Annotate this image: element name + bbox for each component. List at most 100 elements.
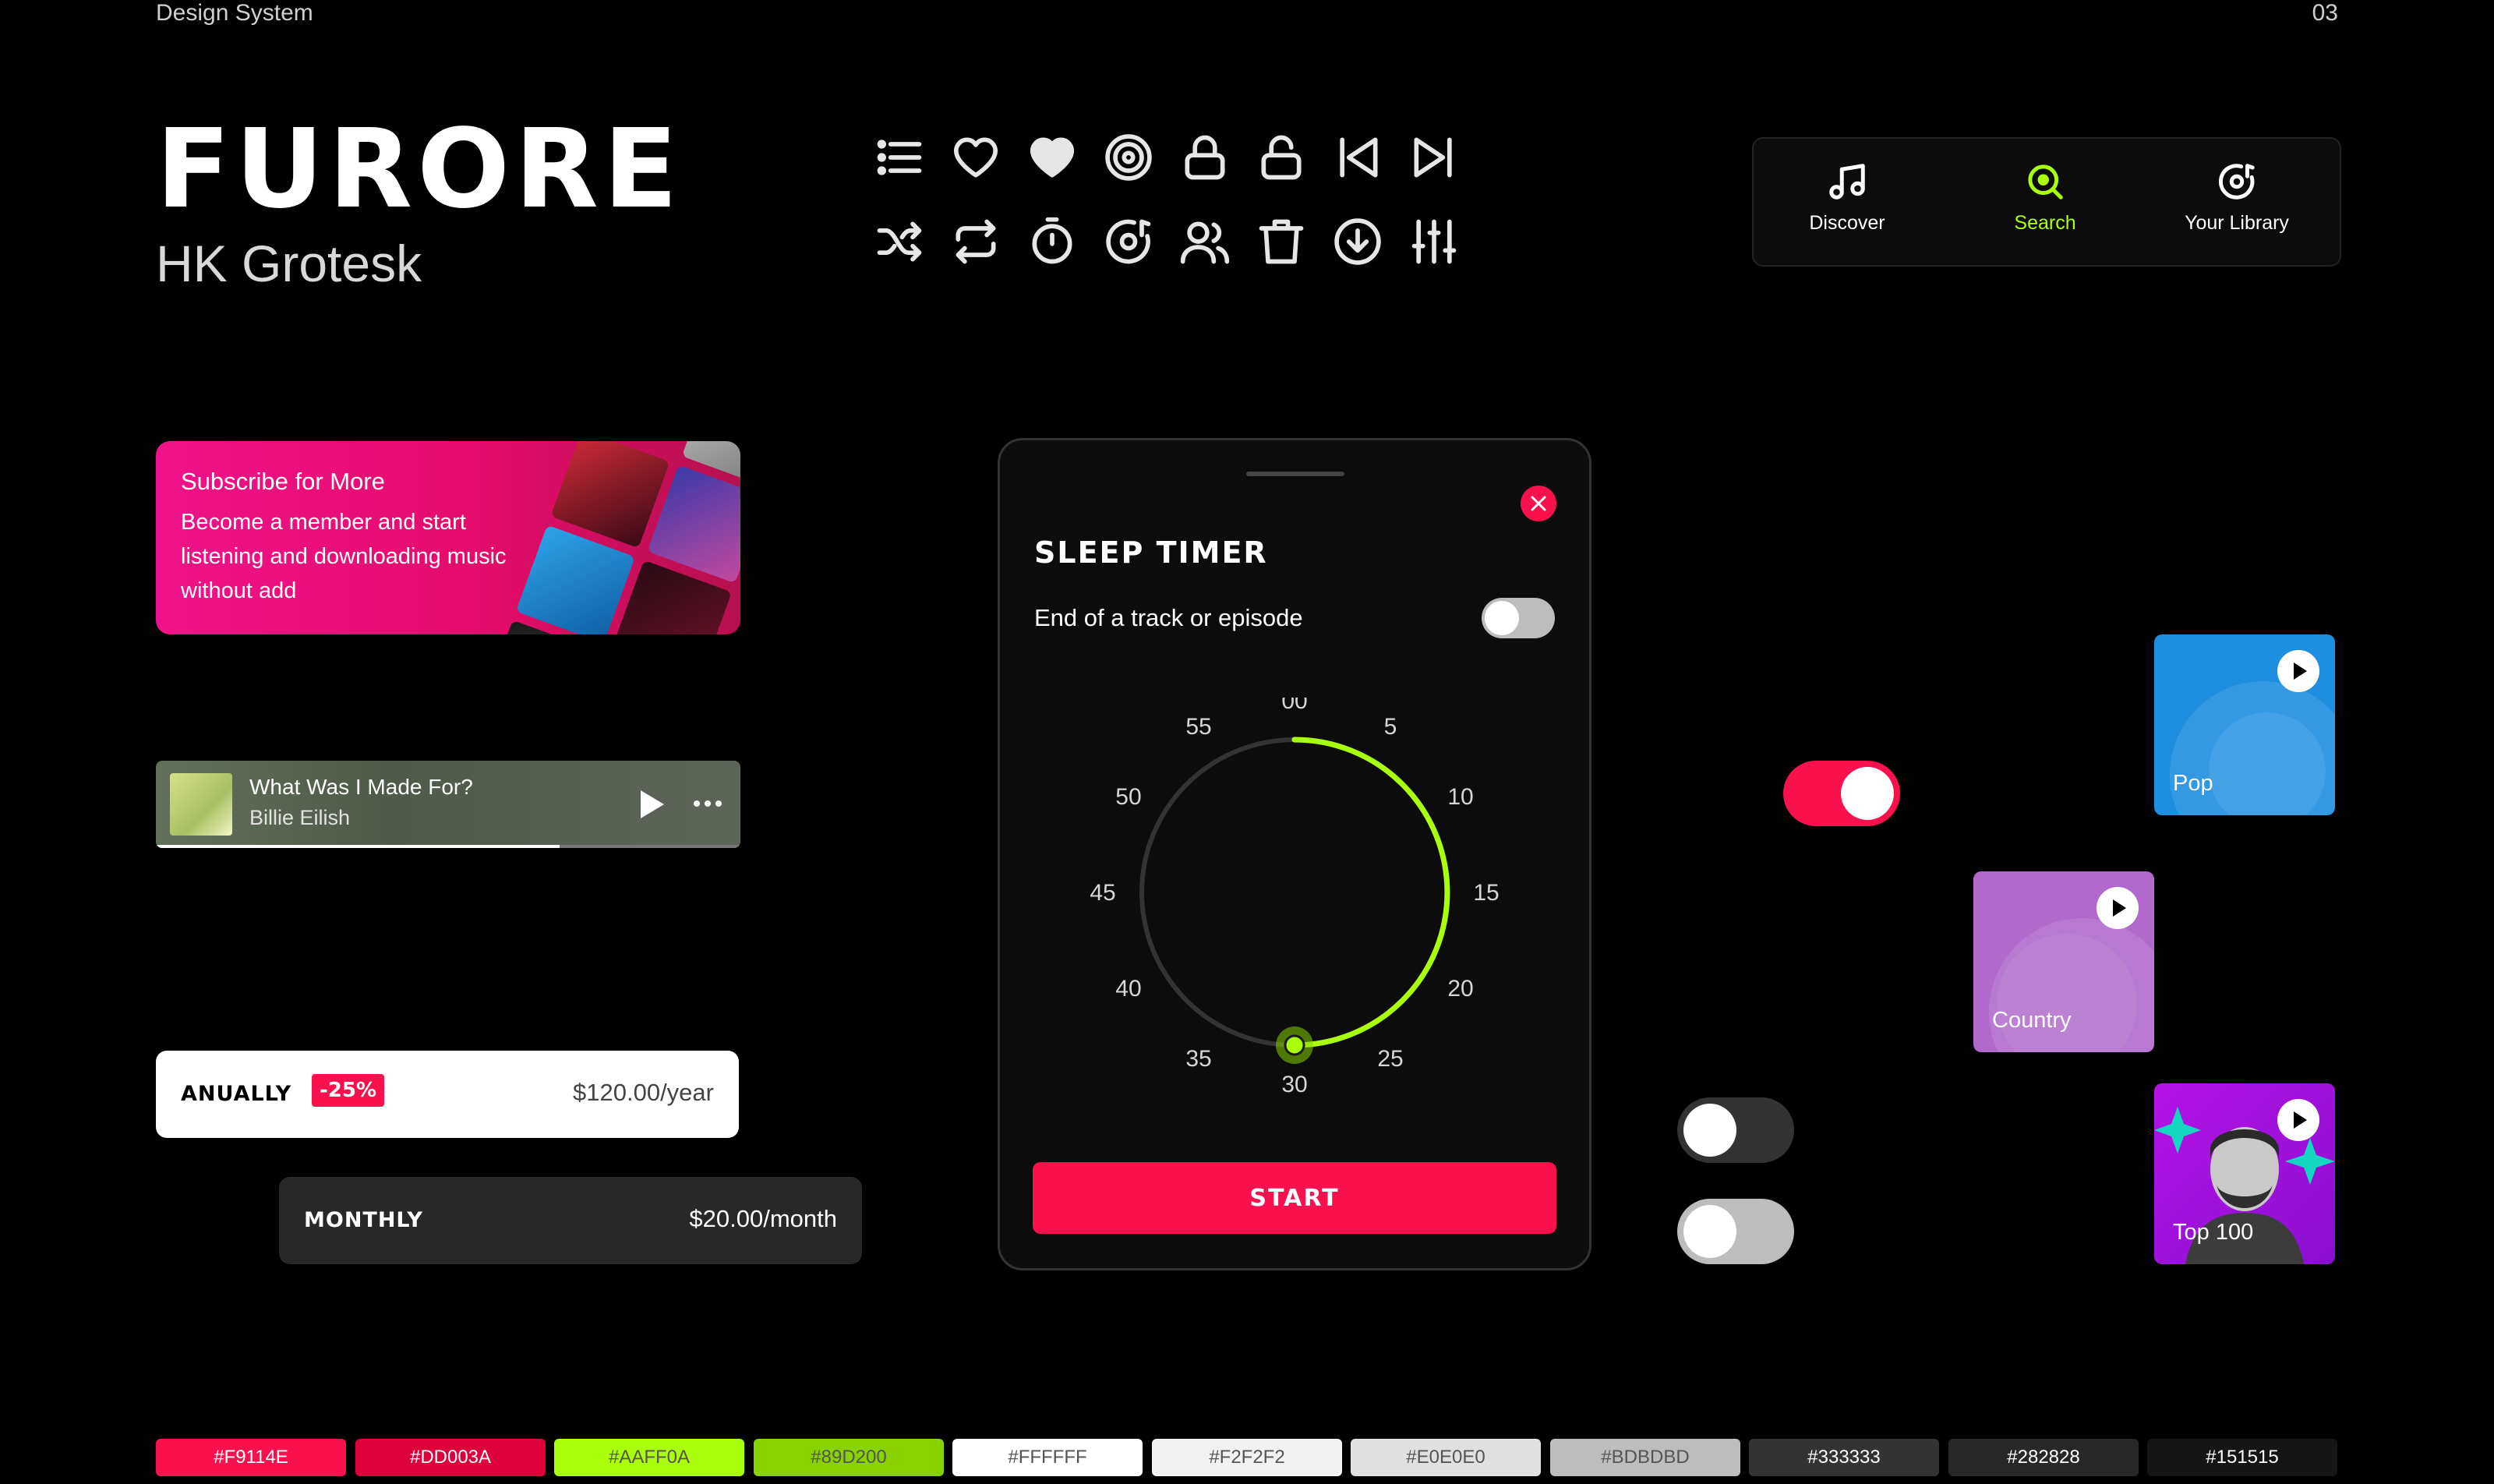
lock-icon: [1185, 135, 1225, 180]
play-icon[interactable]: [636, 787, 667, 822]
download-icon: [1334, 218, 1381, 265]
text-font-sample: HK Grotesk: [156, 235, 422, 292]
toggle-red[interactable]: [1783, 761, 1900, 826]
dial-tick-label: 55: [1185, 714, 1211, 740]
color-swatch: #282828: [1948, 1439, 2139, 1476]
genre-card-country[interactable]: Country: [1973, 871, 2154, 1052]
shuffle-icon: [877, 221, 922, 262]
color-swatch: #F2F2F2: [1152, 1439, 1342, 1476]
dial-tick-label: 45: [1090, 880, 1115, 906]
more-options-icon[interactable]: [692, 798, 723, 809]
nav-search-label: Search: [2014, 212, 2076, 234]
toggle-light[interactable]: [1677, 1199, 1794, 1264]
start-button[interactable]: START: [1033, 1162, 1556, 1234]
toggle-knob: [1485, 601, 1519, 635]
plan-annual[interactable]: ANUALLY -25% $120.00/year: [156, 1051, 739, 1138]
toggle-knob: [1841, 767, 1894, 820]
equalizer-icon: [1411, 219, 1457, 264]
close-button[interactable]: [1521, 486, 1556, 521]
users-icon: [1180, 221, 1230, 264]
toggle-knob: [1683, 1104, 1736, 1157]
dial-handle-core: [1284, 1034, 1305, 1056]
play-icon: [2294, 662, 2307, 680]
plan-monthly[interactable]: MONTHLY $20.00/month: [279, 1177, 862, 1264]
album-covers-collage: [481, 441, 740, 634]
plan-annual-label: ANUALLY: [181, 1082, 292, 1106]
section-title: Design System: [156, 0, 313, 26]
skip-back-icon: [1340, 137, 1378, 178]
heart-filled-icon: [1030, 137, 1074, 178]
library-icon: [2218, 164, 2255, 200]
search-icon: [2028, 164, 2063, 200]
nav-your-library-label: Your Library: [2185, 212, 2289, 234]
sheet-grabber[interactable]: [1246, 472, 1344, 476]
toggle-knob: [1683, 1205, 1736, 1258]
timer-icon: [1032, 217, 1072, 264]
list-icon: [877, 140, 922, 175]
icon-set: [873, 131, 1465, 271]
nav-discover-label: Discover: [1809, 212, 1885, 234]
plan-annual-price: $120.00/year: [573, 1079, 714, 1106]
play-icon: [2113, 899, 2126, 917]
progress-bar[interactable]: [156, 845, 740, 848]
genre-label: Top 100: [2173, 1220, 2254, 1245]
color-swatch: #AAFF0A: [554, 1439, 744, 1476]
dial-tick-label: 10: [1447, 784, 1473, 810]
mini-player[interactable]: What Was I Made For? Billie Eilish: [156, 761, 740, 848]
genre-label: Country: [1992, 1008, 2072, 1033]
dial-tick-label: 30: [1281, 1072, 1307, 1097]
repeat-icon: [956, 219, 996, 264]
dial-tick-label: 35: [1185, 1046, 1211, 1072]
dial-tick-label: 25: [1377, 1046, 1403, 1072]
skip-forward-icon: [1414, 137, 1452, 178]
trash-icon: [1259, 219, 1304, 264]
music-disc-icon: [1106, 219, 1151, 264]
color-swatch: #BDBDBD: [1550, 1439, 1740, 1476]
color-swatch: #E0E0E0: [1351, 1439, 1541, 1476]
dial-progress-arc: [1291, 737, 1450, 1048]
page-number: 03: [2312, 0, 2338, 26]
heart-outline-icon: [954, 137, 998, 178]
genre-play-button[interactable]: [2277, 1099, 2319, 1141]
dial-tick-label: 40: [1115, 976, 1141, 1002]
subscribe-banner[interactable]: Subscribe for More Become a member and s…: [156, 441, 740, 634]
music-note-icon: [1829, 164, 1865, 200]
color-swatch: #151515: [2147, 1439, 2337, 1476]
color-swatch: #89D200: [754, 1439, 944, 1476]
nav-your-library[interactable]: Your Library: [2151, 161, 2323, 235]
genre-play-button[interactable]: [2277, 650, 2319, 692]
promo-title: Subscribe for More: [181, 468, 385, 495]
dial-tick-label: 20: [1447, 976, 1473, 1002]
plan-monthly-label: MONTHLY: [304, 1208, 423, 1232]
discount-badge: -25%: [312, 1074, 385, 1107]
dial-tick-label: 50: [1115, 784, 1141, 810]
color-swatch: #F9114E: [156, 1439, 346, 1476]
promo-body: Become a member and start listening and …: [181, 510, 507, 603]
color-swatch: #DD003A: [355, 1439, 546, 1476]
color-swatch: #FFFFFF: [952, 1439, 1143, 1476]
toggle-dark[interactable]: [1677, 1097, 1794, 1163]
unlock-icon: [1261, 135, 1302, 180]
color-swatch: #333333: [1749, 1439, 1939, 1476]
vinyl-icon: [1105, 134, 1152, 181]
genre-play-button[interactable]: [2097, 887, 2139, 929]
genre-card-pop[interactable]: Pop: [2154, 634, 2335, 815]
track-title: What Was I Made For?: [249, 775, 473, 799]
color-palette: #F9114E #DD003A #AAFF0A #89D200 #FFFFFF #F2F2…: [156, 1439, 2338, 1476]
dial-tick-label: 15: [1473, 880, 1499, 906]
nav-search[interactable]: Search: [1959, 161, 2131, 235]
sleep-timer-title: SLEEP TIMER: [1034, 535, 1268, 570]
genre-card-top-100[interactable]: Top 100: [2154, 1083, 2335, 1264]
genre-label: Pop: [2173, 771, 2213, 796]
sleep-timer-sheet: SLEEP TIMER End of a track or episode 00…: [998, 438, 1591, 1270]
timer-dial[interactable]: 00 5 10 15 20 25 30 35 40 45 50 55: [1031, 698, 1558, 1134]
album-art: [170, 773, 232, 836]
end-of-track-label: End of a track or episode: [1034, 604, 1303, 631]
dial-tick-label: 5: [1384, 714, 1397, 740]
track-artist: Billie Eilish: [249, 806, 351, 829]
dial-tick-label: 00: [1281, 698, 1307, 714]
bottom-navigation: Discover Search Your Library: [1752, 137, 2341, 267]
end-of-track-toggle[interactable]: [1482, 598, 1555, 638]
progress-fill: [156, 845, 560, 848]
nav-discover[interactable]: Discover: [1761, 161, 1933, 235]
